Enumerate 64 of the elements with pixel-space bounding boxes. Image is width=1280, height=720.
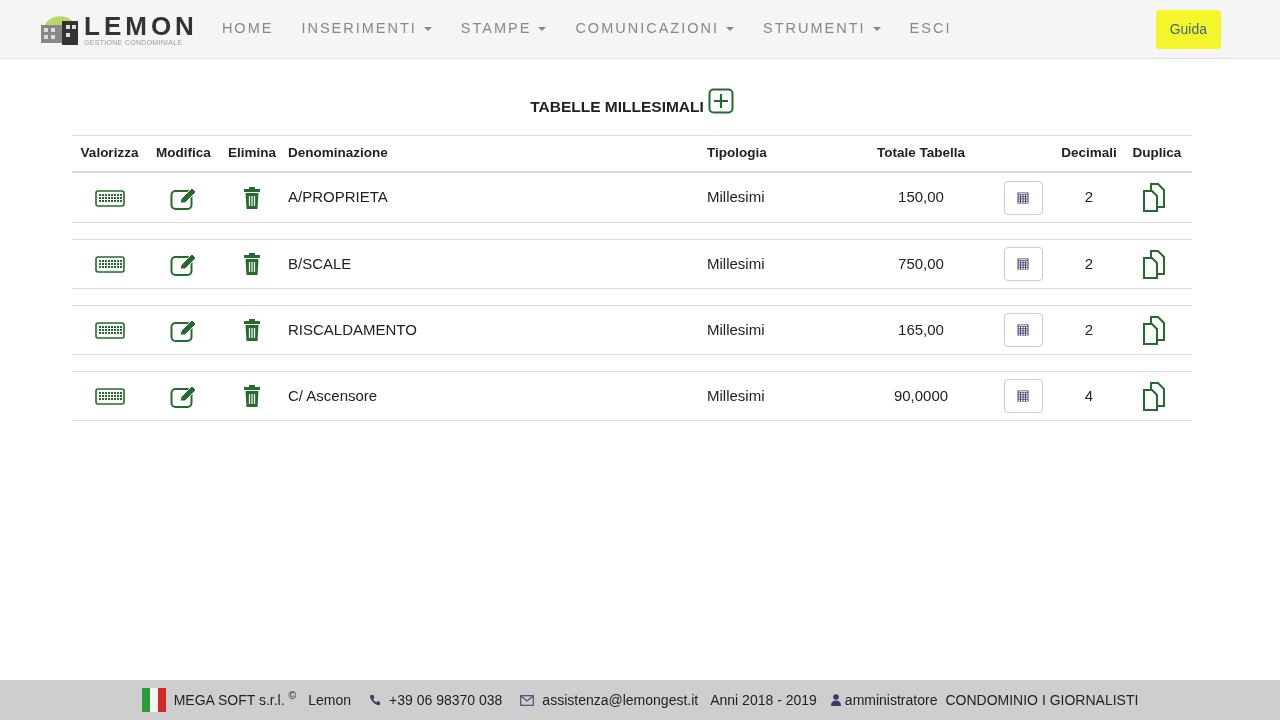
user-icon: [830, 694, 841, 706]
table-cell-text: C/ Ascensore: [288, 385, 378, 406]
column-header: Totale Tabella: [877, 145, 965, 161]
calculator-icon: [1017, 191, 1029, 204]
column-header: Decimali: [1061, 145, 1117, 161]
trash-icon[interactable]: [242, 318, 262, 342]
column-header: Elimina: [228, 145, 276, 161]
add-icon[interactable]: [707, 88, 734, 114]
column-header: Tipologia: [707, 145, 767, 161]
keyboard-icon[interactable]: [94, 187, 125, 208]
calculator-icon: [1017, 390, 1029, 402]
email-address: assistenza@lemongest.it: [542, 690, 699, 710]
column-header: Denominazione: [288, 145, 388, 161]
year-range: Anni 2018 - 2019: [710, 690, 817, 710]
calculator-icon: [1017, 258, 1029, 270]
nav-link[interactable]: HOME: [221, 18, 274, 40]
page-title: TABELLE MILLESIMALI: [530, 96, 704, 117]
table-cell-text: Millesimi: [707, 253, 765, 274]
table-cell-text: B/SCALE: [288, 253, 352, 274]
table-cell-text: 2: [1084, 253, 1094, 274]
flag-icon: [141, 688, 166, 712]
nav-link[interactable]: STAMPE: [460, 18, 548, 40]
column-header: Modifica: [156, 145, 211, 161]
phone-number: +39 06 98370 038: [389, 690, 503, 710]
edit-icon[interactable]: [169, 318, 198, 342]
condominium-name: CONDOMINIO I GIORNALISTI: [945, 690, 1139, 710]
logo-text: LEMON: [84, 12, 198, 39]
calculator-button[interactable]: [1003, 313, 1043, 347]
company-name: MEGA SOFT s.r.l. $^{©}$: [173, 689, 297, 710]
user-name: amministratore: [844, 690, 938, 710]
table-cell-text: A/PROPRIETA: [288, 187, 388, 208]
table-cell-text: 90,0000: [893, 385, 949, 406]
calculator-button[interactable]: [1003, 247, 1043, 281]
table-cell-text: 165,00: [898, 319, 944, 340]
table-cell-text: 750,00: [898, 253, 944, 274]
keyboard-icon[interactable]: [94, 386, 125, 406]
envelope-icon: [520, 694, 535, 706]
trash-icon[interactable]: [242, 384, 262, 408]
nav-link[interactable]: COMUNICAZIONI: [575, 18, 735, 40]
keyboard-icon[interactable]: [94, 254, 125, 274]
table-cell-text: Millesimi: [707, 187, 765, 208]
column-header: Duplica: [1132, 145, 1182, 161]
table-cell-text: RISCALDAMENTO: [288, 319, 417, 340]
table-cell-text: 4: [1084, 385, 1094, 406]
table-cell-text: 2: [1084, 319, 1094, 340]
keyboard-icon[interactable]: [94, 320, 125, 340]
product-name: Lemon: [308, 690, 352, 710]
table-cell-text: Millesimi: [707, 385, 765, 406]
table-cell-text: 150,00: [898, 187, 944, 208]
phone-icon: [369, 694, 382, 706]
trash-icon[interactable]: [242, 252, 262, 276]
help-button[interactable]: Guida: [1155, 9, 1221, 49]
table-cell-text: 2: [1084, 187, 1094, 208]
edit-icon[interactable]: [169, 252, 198, 276]
calculator-icon: [1017, 324, 1029, 336]
trash-icon[interactable]: [242, 185, 262, 210]
nav-link[interactable]: ESCI: [909, 18, 952, 40]
calculator-button[interactable]: [1003, 180, 1043, 215]
nav-link[interactable]: INSERIMENTI: [301, 18, 433, 40]
nav-link[interactable]: STRUMENTI: [763, 18, 882, 40]
calculator-button[interactable]: [1003, 379, 1043, 413]
table-cell-text: Millesimi: [707, 319, 765, 340]
edit-icon[interactable]: [169, 384, 198, 408]
column-header: Valorizza: [80, 145, 139, 161]
